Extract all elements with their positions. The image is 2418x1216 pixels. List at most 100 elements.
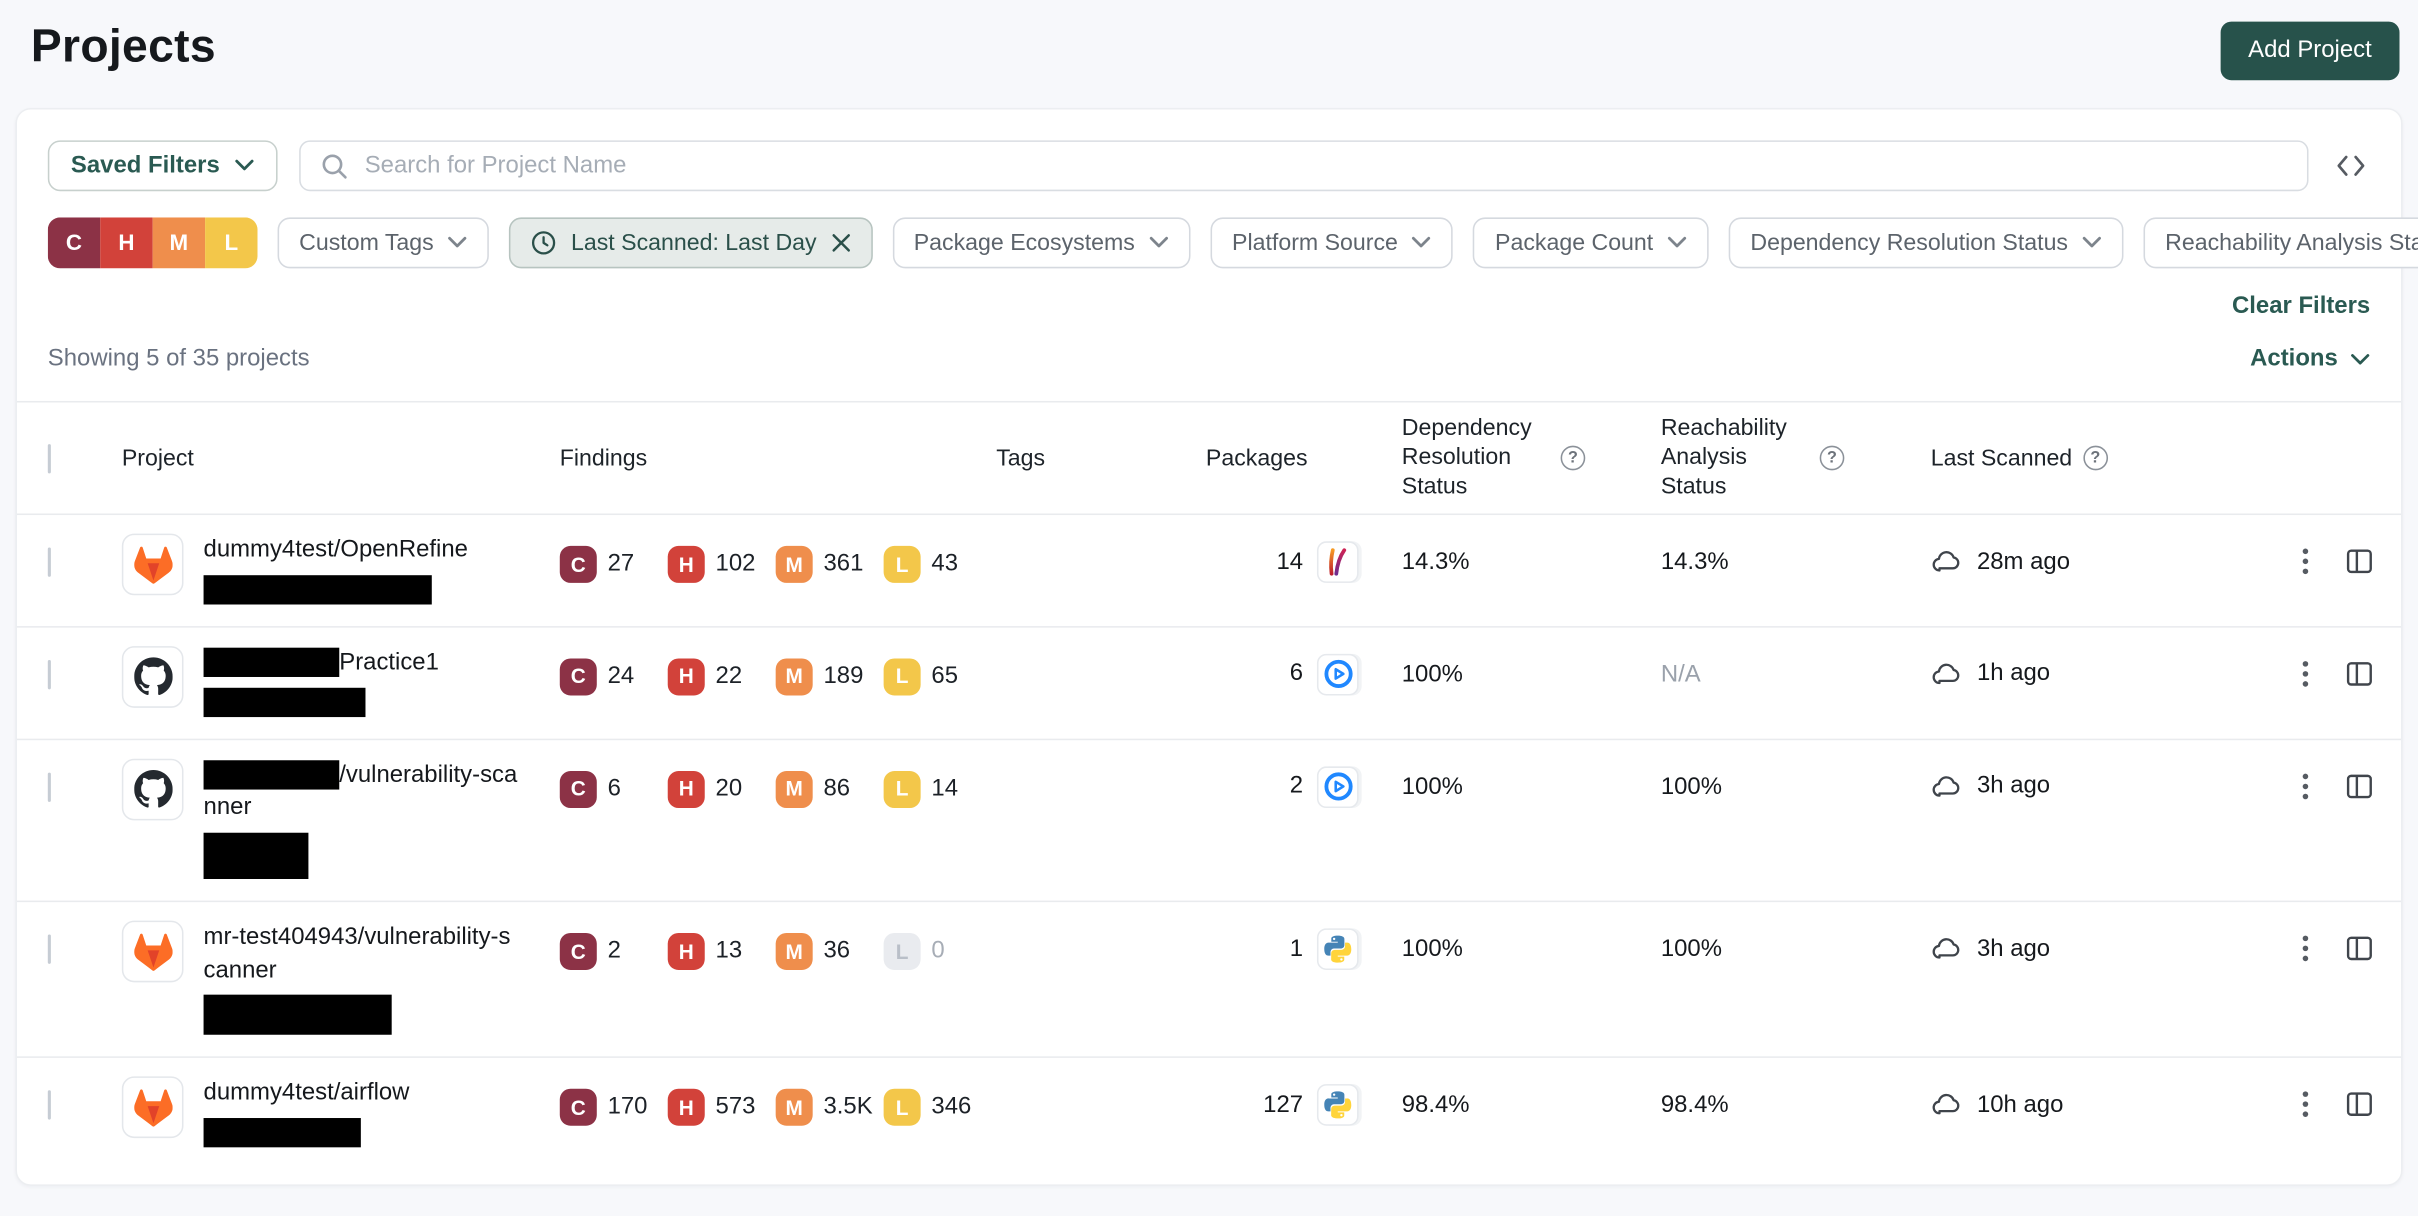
project-name[interactable]: mr-test404943/vulnerability-scanner [204, 921, 519, 988]
findings-cell: C24 H22 M189 L65 [560, 628, 996, 696]
critical-badge: C [560, 1089, 597, 1126]
packages-cell: 6 [1206, 628, 1402, 696]
open-panel-icon[interactable] [2342, 545, 2376, 579]
add-project-button[interactable]: Add Project [2220, 22, 2399, 81]
severity-low-segment[interactable]: L [205, 217, 257, 268]
packages-cell: 14 [1206, 515, 1402, 583]
high-badge: H [668, 770, 705, 807]
filter-chip-dependency-resolution-status[interactable]: Dependency Resolution Status [1729, 217, 2124, 268]
open-panel-icon[interactable] [2342, 769, 2376, 803]
medium-badge: M [776, 770, 813, 807]
row-menu-icon[interactable] [2292, 1088, 2320, 1122]
last-scanned-cell: 3h ago [1931, 740, 2263, 803]
page-header: Projects Add Project [0, 0, 2418, 80]
project-cell[interactable]: mr-test404943/vulnerability-scanner [122, 902, 560, 1057]
help-icon[interactable] [2083, 446, 2108, 471]
row-menu-icon[interactable] [2292, 769, 2320, 803]
open-panel-icon[interactable] [2342, 1088, 2376, 1122]
cloud-icon [1931, 546, 1963, 578]
row-checkbox[interactable] [48, 772, 51, 801]
dependency-resolution-value: 100% [1402, 628, 1661, 690]
project-cell[interactable]: /vulnerability-scanner [122, 740, 560, 901]
help-icon[interactable] [1820, 446, 1845, 471]
actions-dropdown[interactable]: Actions [2250, 345, 2370, 373]
project-cell[interactable]: Practice1 [122, 628, 560, 739]
filter-chip-reachability-analysis-status[interactable]: Reachability Analysis Status [2144, 217, 2418, 268]
critical-badge: C [560, 546, 597, 583]
filter-chip-last-scanned-active[interactable]: Last Scanned: Last Day [509, 217, 872, 268]
row-menu-icon[interactable] [2292, 545, 2320, 579]
project-cell[interactable]: dummy4test/airflow [122, 1058, 560, 1169]
redacted-text [204, 648, 340, 677]
package-count: 14 [1276, 549, 1303, 577]
column-header-tags: Tags [996, 433, 1206, 484]
filter-chip-package-count[interactable]: Package Count [1473, 217, 1708, 268]
row-checkbox[interactable] [48, 660, 51, 689]
open-panel-icon[interactable] [2342, 931, 2376, 965]
packages-cell: 1 [1206, 902, 1402, 970]
row-menu-icon[interactable] [2292, 657, 2320, 691]
findings-cell: C27 H102 M361 L43 [560, 515, 996, 583]
select-all-checkbox[interactable] [48, 444, 51, 473]
clear-filters-link[interactable]: Clear Filters [2232, 293, 2370, 321]
severity-critical-segment[interactable]: C [48, 217, 100, 268]
row-checkbox[interactable] [48, 1091, 51, 1120]
low-badge: L [884, 546, 921, 583]
redacted-text [204, 1118, 361, 1147]
filter-chip-custom-tags[interactable]: Custom Tags [278, 217, 490, 268]
redacted-text [204, 687, 366, 716]
filter-chips-row: C H M L Custom Tags Last Scanned: Last D… [48, 217, 2370, 268]
gitlab-icon [122, 921, 184, 983]
table-row: /vulnerability-scanner C6 H20 M86 L14 2 … [17, 740, 2401, 902]
search-input[interactable] [365, 152, 2289, 180]
redacted-text [204, 833, 309, 879]
low-badge: L [884, 658, 921, 695]
code-query-icon[interactable] [2330, 146, 2370, 186]
critical-badge: C [560, 658, 597, 695]
help-icon[interactable] [1561, 446, 1586, 471]
last-scanned-cell: 10h ago [1931, 1058, 2263, 1121]
project-name[interactable]: dummy4test/airflow [204, 1077, 410, 1110]
package-count: 127 [1263, 1092, 1303, 1120]
row-checkbox[interactable] [48, 548, 51, 577]
findings-cell: C2 H13 M36 L0 [560, 902, 996, 970]
severity-high-segment[interactable]: H [100, 217, 152, 268]
critical-badge: C [560, 933, 597, 970]
filter-chip-platform-source[interactable]: Platform Source [1210, 217, 1453, 268]
github-icon [122, 758, 184, 820]
column-header-reachability-analysis-status: Reachability Analysis Status [1661, 402, 1931, 513]
reachability-value: N/A [1661, 628, 1931, 690]
github-actions-icon [1317, 654, 1359, 696]
dependency-resolution-value: 98.4% [1402, 1058, 1661, 1120]
project-name[interactable]: dummy4test/OpenRefine [204, 534, 468, 567]
clock-icon [531, 230, 557, 256]
saved-filters-label: Saved Filters [71, 152, 220, 180]
severity-medium-segment[interactable]: M [153, 217, 205, 268]
dependency-resolution-value: 100% [1402, 740, 1661, 802]
close-icon[interactable] [830, 233, 850, 253]
severity-filter-group[interactable]: C H M L [48, 217, 258, 268]
redacted-text [204, 995, 392, 1035]
reachability-value: 100% [1661, 740, 1931, 802]
chevron-down-icon [448, 236, 468, 250]
package-count: 6 [1290, 661, 1303, 689]
filter-chip-package-ecosystems[interactable]: Package Ecosystems [892, 217, 1190, 268]
table-row: mr-test404943/vulnerability-scanner C2 H… [17, 902, 2401, 1058]
row-menu-icon[interactable] [2292, 931, 2320, 965]
column-header-findings: Findings [560, 433, 996, 484]
saved-filters-button[interactable]: Saved Filters [48, 140, 277, 191]
redacted-text [204, 575, 432, 604]
packages-cell: 2 [1206, 740, 1402, 808]
open-panel-icon[interactable] [2342, 657, 2376, 691]
reachability-value: 98.4% [1661, 1058, 1931, 1120]
medium-badge: M [776, 658, 813, 695]
project-name[interactable]: Practice1 [339, 649, 439, 675]
last-scanned-cell: 28m ago [1931, 515, 2263, 578]
cloud-icon [1931, 1089, 1963, 1121]
table-row: dummy4test/airflow C170 H573 M3.5K L346 … [17, 1058, 2401, 1169]
search-box[interactable] [298, 140, 2308, 191]
row-checkbox[interactable] [48, 935, 51, 964]
project-cell[interactable]: dummy4test/OpenRefine [122, 515, 560, 626]
chevron-down-icon [2082, 236, 2102, 250]
findings-cell: C170 H573 M3.5K L346 [560, 1058, 996, 1126]
